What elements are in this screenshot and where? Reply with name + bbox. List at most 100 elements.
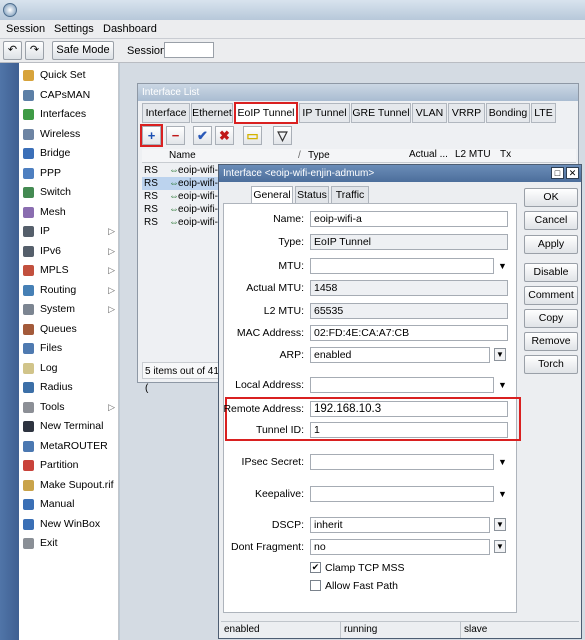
sidebar-item-ip[interactable]: IP ▷ [19,222,119,241]
sidebar-item-ipv6[interactable]: IPv6 ▷ [19,242,119,261]
tab-status[interactable]: Status [295,186,329,204]
submenu-arrow-icon: ▷ [108,284,115,295]
sidebar-item-mpls[interactable]: MPLS ▷ [19,261,119,280]
comment-button[interactable]: Comment [524,286,578,305]
tab-ip-tunnel[interactable]: IP Tunnel [299,103,350,123]
safe-mode-button[interactable]: Safe Mode [52,41,114,60]
sidebar-item-new-winbox[interactable]: New WinBox [19,515,119,534]
sidebar-item-bridge[interactable]: Bridge [19,144,119,163]
cancel-button[interactable]: Cancel [524,211,578,230]
session-input[interactable] [164,42,214,58]
sidebar-item-capsman[interactable]: CAPsMAN [19,86,119,105]
quick-set-icon [23,70,34,81]
menu-dashboard[interactable]: Dashboard [103,23,157,35]
tab-ethernet[interactable]: Ethernet [191,103,233,123]
tab-gre-tunnel[interactable]: GRE Tunnel [351,103,411,123]
clamp-tcp-mss-label: Clamp TCP MSS [325,562,405,574]
disable-x-icon[interactable]: ✖ [215,126,234,145]
remote-address-input[interactable]: 192.168.10.3 [310,401,508,417]
arp-select-icon[interactable]: ▼ [494,348,506,361]
actual-mtu-value: 1458 [310,280,508,296]
sidebar-item-make-supout-rif[interactable]: Make Supout.rif [19,476,119,495]
comment-note-icon[interactable]: ▭ [243,126,262,145]
col-tx[interactable]: Tx [500,148,511,162]
ipsec-input[interactable] [310,454,494,470]
disable-button[interactable]: Disable [524,263,578,282]
row-name: eoip-wifi- [178,178,219,189]
tunnel-id-input[interactable]: 1 [310,422,508,438]
keepalive-dropdown-icon[interactable]: ▼ [498,489,507,499]
tab-interface[interactable]: Interface [142,103,190,123]
col-l2mtu[interactable]: L2 MTU [455,148,491,162]
dont-fragment-select[interactable]: no [310,539,490,555]
tab-vlan[interactable]: VLAN [412,103,447,123]
close-icon[interactable]: ✕ [566,167,579,179]
table-row[interactable]: RS ⇔ eoip-wifi- [142,164,222,177]
dscp-select-icon[interactable]: ▼ [494,518,506,531]
arp-select[interactable]: enabled [310,347,490,363]
enable-check-icon[interactable]: ✔ [193,126,212,145]
remove-button[interactable]: Remove [524,332,578,351]
local-address-input[interactable] [310,377,494,393]
sidebar-item-label: New Terminal [40,420,104,432]
general-form: Name: eoip-wifi-a Type: EoIP Tunnel MTU:… [223,203,521,613]
torch-button[interactable]: Torch [524,355,578,374]
col-name[interactable]: Name [169,149,196,163]
table-row[interactable]: RS ⇔ eoip-wifi- [142,190,222,203]
table-row[interactable]: RS ⇔ eoip-wifi- [142,177,222,190]
col-actual-mtu[interactable]: Actual ... [409,148,448,162]
dont-fragment-select-icon[interactable]: ▼ [494,540,506,553]
sidebar-item-label: Wireless [40,127,81,140]
keepalive-input[interactable] [310,486,494,502]
dscp-select[interactable]: inherit [310,517,490,533]
tab-vrrp[interactable]: VRRP [448,103,485,123]
ok-button[interactable]: OK [524,188,578,207]
apply-button[interactable]: Apply [524,235,578,254]
sidebar-item-radius[interactable]: Radius [19,378,119,397]
tab-bonding[interactable]: Bonding [486,103,530,123]
menu-session[interactable]: Session [6,23,45,35]
sidebar-item-mesh[interactable]: Mesh [19,203,119,222]
sidebar-item-system[interactable]: System ▷ [19,300,119,319]
mtu-dropdown-icon[interactable]: ▼ [498,261,507,271]
tab-general[interactable]: General [251,186,293,204]
tab-lte[interactable]: LTE [531,103,556,123]
sidebar-item-files[interactable]: Files [19,339,119,358]
sidebar-item-interfaces[interactable]: Interfaces [19,105,119,124]
sidebar-item-partition[interactable]: Partition [19,456,119,475]
allow-fast-path-checkbox[interactable]: Allow Fast Path [310,579,398,593]
sidebar-item-tools[interactable]: Tools ▷ [19,398,119,417]
ipsec-dropdown-icon[interactable]: ▼ [498,457,507,467]
tab-eoip-tunnel[interactable]: EoIP Tunnel [234,102,298,124]
sidebar-item-switch[interactable]: Switch [19,183,119,202]
tab-traffic[interactable]: Traffic [331,186,369,204]
sidebar-item-routing[interactable]: Routing ▷ [19,281,119,300]
type-label: Type: [278,236,304,248]
name-input[interactable]: eoip-wifi-a [310,211,508,227]
sidebar-item-quick-set[interactable]: Quick Set [19,66,119,85]
main-toolbar: ↶ ↷ Safe Mode Session: [0,39,585,63]
sidebar-item-wireless[interactable]: Wireless [19,125,119,144]
maximize-icon[interactable]: □ [551,167,564,179]
sidebar-item-new-terminal[interactable]: New Terminal [19,417,119,436]
sidebar-item-label: IPv6 [40,244,62,257]
sidebar-item-ppp[interactable]: PPP [19,164,119,183]
sidebar-item-label: Bridge [40,147,71,159]
sidebar-item-manual[interactable]: Manual [19,495,119,514]
sidebar-item-label: Interfaces [40,108,87,120]
undo-icon[interactable]: ↶ [3,41,22,60]
sidebar-item-metarouter[interactable]: MetaROUTER [19,437,119,456]
clamp-tcp-mss-checkbox[interactable]: ✔ Clamp TCP MSS [310,561,405,575]
redo-icon[interactable]: ↷ [25,41,44,60]
copy-button[interactable]: Copy [524,309,578,328]
col-type[interactable]: Type [308,149,330,163]
local-dropdown-icon[interactable]: ▼ [498,380,507,390]
mac-input[interactable]: 02:FD:4E:CA:A7:CB [310,325,508,341]
filter-funnel-icon[interactable]: ▽ [273,126,292,145]
sidebar-item-queues[interactable]: Queues [19,320,119,339]
mtu-input[interactable] [310,258,494,274]
sidebar-item-log[interactable]: Log [19,359,119,378]
menu-settings[interactable]: Settings [54,23,94,35]
remove-minus-icon[interactable]: − [166,126,185,145]
sidebar-item-exit[interactable]: Exit [19,534,119,553]
